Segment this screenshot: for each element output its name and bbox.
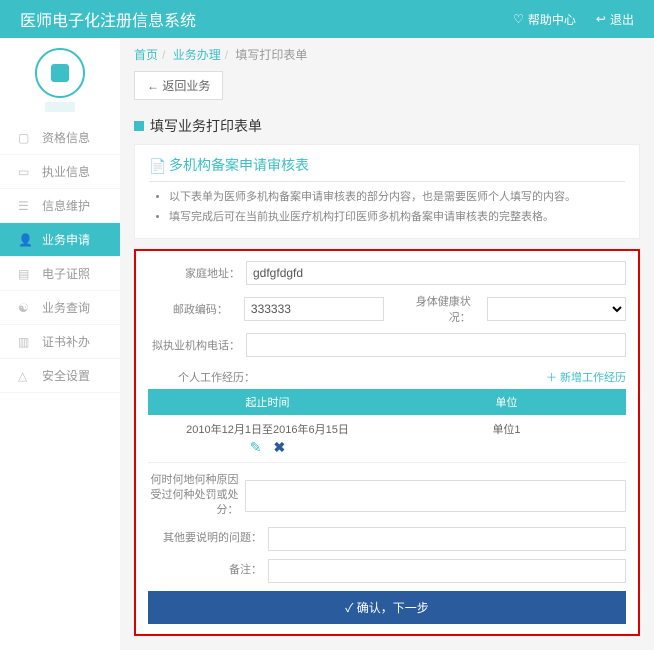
menu-security[interactable]: △安全设置 [0, 359, 120, 393]
other-label: 其他要说明的问题： [148, 531, 268, 546]
punish-input[interactable] [245, 480, 627, 512]
other-input[interactable] [268, 527, 626, 551]
sidebar: ▢资格信息 ▭执业信息 ☰信息维护 👤业务申请 ▤电子证照 ☯业务查询 ▥证书补… [0, 38, 120, 650]
table-row: 2010年12月1日至2016年6月15日 ✎ ✖ 单位1 [148, 415, 626, 463]
menu-practice[interactable]: ▭执业信息 [0, 155, 120, 189]
menu-elicense[interactable]: ▤电子证照 [0, 257, 120, 291]
breadcrumb: 首页/ 业务办理/ 填写打印表单 [134, 46, 640, 63]
logout-link[interactable]: ↩ 退出 [596, 11, 634, 28]
info-panel: 📄 多机构备案申请审核表 以下表单为医师多机构备案申请审核表的部分内容，也是需要… [134, 144, 640, 239]
inst-tel-input[interactable] [246, 333, 626, 357]
bc-biz[interactable]: 业务办理 [173, 48, 221, 62]
avatar [35, 48, 85, 98]
addr-input[interactable] [246, 261, 626, 285]
zip-label: 邮政编码： [148, 301, 234, 317]
inst-tel-label: 拟执业机构电话： [148, 337, 246, 353]
col-period: 起止时间 [148, 389, 387, 415]
gear-icon: ☰ [18, 199, 32, 213]
help-icon: ♡ [513, 12, 524, 26]
lock-icon: △ [18, 369, 32, 383]
menu-qualification[interactable]: ▢资格信息 [0, 121, 120, 155]
logout-icon: ↩ [596, 12, 606, 26]
card-icon: ▭ [18, 165, 32, 179]
content: 首页/ 业务办理/ 填写打印表单 ← 返回业务 填写业务打印表单 📄 多机构备案… [120, 38, 654, 650]
cell-period: 2010年12月1日至2016年6月15日 [154, 421, 381, 437]
badge-icon: ▢ [18, 131, 32, 145]
bc-current: 填写打印表单 [235, 48, 307, 62]
search-icon: ☯ [18, 301, 32, 315]
panel-bullets: 以下表单为医师多机构备案申请审核表的部分内容，也是需要医师个人填写的内容。 填写… [149, 188, 625, 228]
app-title: 医师电子化注册信息系统 [20, 7, 196, 31]
user-icon: 👤 [18, 233, 32, 247]
avatar-label [45, 102, 75, 112]
square-icon [134, 121, 144, 131]
add-history-link[interactable]: ＋ 新增工作经历 [546, 369, 626, 385]
form-box: 家庭地址： 邮政编码： 身体健康状况： 拟执业机构电话： 个人工作经历： ＋ 新… [134, 249, 640, 636]
health-label: 身体健康状况： [404, 293, 477, 325]
doc-icon: ▥ [18, 335, 32, 349]
addr-label: 家庭地址： [148, 265, 246, 281]
cell-unit: 单位1 [387, 415, 626, 462]
health-select[interactable] [487, 297, 626, 321]
avatar-box [0, 38, 120, 121]
menu-business-apply[interactable]: 👤业务申请 [0, 223, 120, 257]
menu-query[interactable]: ☯业务查询 [0, 291, 120, 325]
panel-title: 📄 多机构备案申请审核表 [149, 155, 625, 182]
remark-input[interactable] [268, 559, 626, 583]
back-button[interactable]: ← 返回业务 [134, 71, 223, 100]
section-title: 填写业务打印表单 [134, 116, 640, 136]
edit-icon[interactable]: ✎ [250, 439, 262, 456]
document-icon: 📄 [149, 158, 163, 172]
delete-icon[interactable]: ✖ [274, 439, 286, 456]
app-header: 医师电子化注册信息系统 ♡ 帮助中心 ↩ 退出 [0, 0, 654, 38]
menu-info-maintain[interactable]: ☰信息维护 [0, 189, 120, 223]
table-header: 起止时间 单位 [148, 389, 626, 415]
header-right: ♡ 帮助中心 ↩ 退出 [513, 11, 634, 28]
submit-button[interactable]: ✓ 确认，下一步 [148, 591, 626, 624]
file-icon: ▤ [18, 267, 32, 281]
help-link[interactable]: ♡ 帮助中心 [513, 11, 576, 28]
remark-label: 备注： [148, 563, 268, 578]
bc-home[interactable]: 首页 [134, 48, 158, 62]
zip-input[interactable] [244, 297, 384, 321]
punish-label: 何时何地何种原因受过何种处罚或处分： [148, 473, 245, 519]
hist-label: 个人工作经历： [148, 369, 255, 385]
menu-cert-reissue[interactable]: ▥证书补办 [0, 325, 120, 359]
col-unit: 单位 [387, 389, 626, 415]
